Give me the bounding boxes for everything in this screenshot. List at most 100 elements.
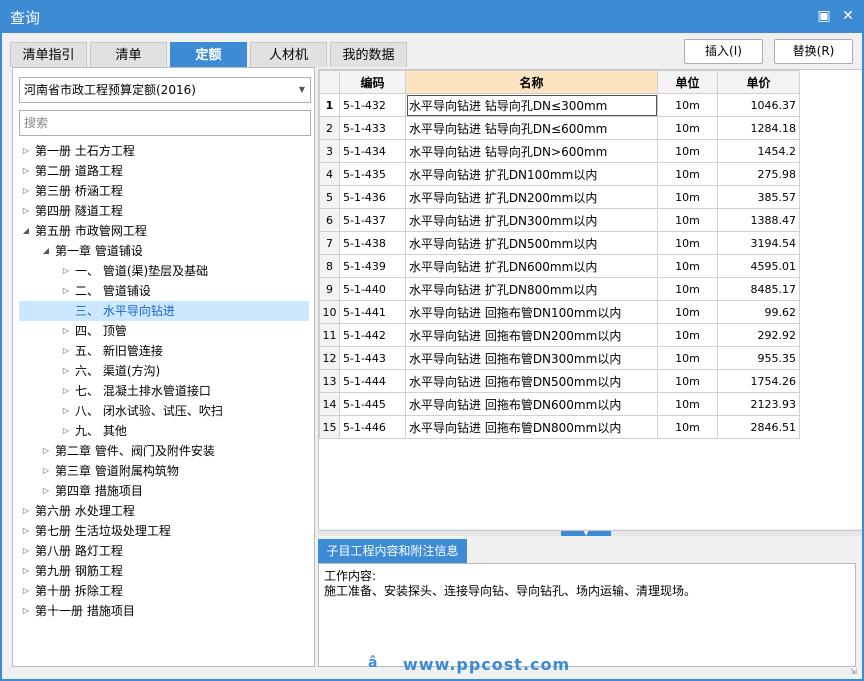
tree-node[interactable]: ▷ 第三章 管道附属构筑物 xyxy=(19,461,309,481)
resize-grip-icon[interactable]: ⇲ xyxy=(850,667,860,677)
code-cell[interactable]: 5-1-436 xyxy=(339,185,406,209)
collapsed-arrow-icon[interactable]: ▷ xyxy=(61,421,71,441)
code-cell[interactable]: 5-1-434 xyxy=(339,139,406,163)
collapsed-arrow-icon[interactable]: ▷ xyxy=(21,201,31,221)
table-row[interactable]: 6 5-1-437 水平导向钻进 扩孔DN300mm以内 10m 1388.47 xyxy=(319,208,800,232)
table-row[interactable]: 15 5-1-446 水平导向钻进 回拖布管DN800mm以内 10m 2846.51 xyxy=(319,415,800,439)
code-cell[interactable]: 5-1-440 xyxy=(339,277,406,301)
unit-cell[interactable]: 10m xyxy=(657,139,718,163)
table-row[interactable]: 12 5-1-443 水平导向钻进 回拖布管DN300mm以内 10m 955.35 xyxy=(319,346,800,370)
row-number[interactable]: 7 xyxy=(319,231,340,255)
code-cell[interactable]: 5-1-433 xyxy=(339,116,406,140)
price-cell[interactable]: 1046.37 xyxy=(717,93,800,117)
collapsed-arrow-icon[interactable]: ▷ xyxy=(61,261,71,281)
name-cell[interactable]: 水平导向钻进 扩孔DN200mm以内 xyxy=(405,185,658,209)
price-cell[interactable]: 1284.18 xyxy=(717,116,800,140)
name-cell[interactable]: 水平导向钻进 回拖布管DN800mm以内 xyxy=(405,415,658,439)
tree-node[interactable]: ▷ 五、 新旧管连接 xyxy=(19,341,309,361)
unit-cell[interactable]: 10m xyxy=(657,254,718,278)
name-cell[interactable]: 水平导向钻进 扩孔DN100mm以内 xyxy=(405,162,658,186)
collapsed-arrow-icon[interactable]: ▷ xyxy=(41,461,51,481)
tree-node[interactable]: ◢ 第五册 市政管网工程 xyxy=(19,221,309,241)
expanded-arrow-icon[interactable]: ◢ xyxy=(21,221,31,241)
collapsed-arrow-icon[interactable]: ▷ xyxy=(21,541,31,561)
code-cell[interactable]: 5-1-444 xyxy=(339,369,406,393)
replace-button[interactable]: 替换(R) xyxy=(774,39,853,64)
collapsed-arrow-icon[interactable]: ▷ xyxy=(21,561,31,581)
collapsed-arrow-icon[interactable]: ▷ xyxy=(61,361,71,381)
tab-quota[interactable]: 定额 xyxy=(170,42,247,67)
name-cell[interactable]: 水平导向钻进 扩孔DN500mm以内 xyxy=(405,231,658,255)
unit-cell[interactable]: 10m xyxy=(657,300,718,324)
row-number[interactable]: 2 xyxy=(319,116,340,140)
code-cell[interactable]: 5-1-437 xyxy=(339,208,406,232)
code-cell[interactable]: 5-1-432 xyxy=(339,93,406,117)
row-number[interactable]: 9 xyxy=(319,277,340,301)
code-cell[interactable]: 5-1-438 xyxy=(339,231,406,255)
tree-node[interactable]: ▷ 第六册 水处理工程 xyxy=(19,501,309,521)
unit-cell[interactable]: 10m xyxy=(657,392,718,416)
name-cell[interactable]: 水平导向钻进 回拖布管DN600mm以内 xyxy=(405,392,658,416)
name-cell[interactable]: 水平导向钻进 回拖布管DN300mm以内 xyxy=(405,346,658,370)
name-cell[interactable]: 水平导向钻进 扩孔DN300mm以内 xyxy=(405,208,658,232)
row-number[interactable]: 5 xyxy=(319,185,340,209)
row-number[interactable]: 4 xyxy=(319,162,340,186)
table-row[interactable]: 2 5-1-433 水平导向钻进 钻导向孔DN≤600mm 10m 1284.18 xyxy=(319,116,800,140)
name-cell[interactable]: 水平导向钻进 回拖布管DN100mm以内 xyxy=(405,300,658,324)
tree-node[interactable]: ◢ 第一章 管道铺设 xyxy=(19,241,309,261)
tree-node[interactable]: ▷ 第十册 拆除工程 xyxy=(19,581,309,601)
unit-cell[interactable]: 10m xyxy=(657,415,718,439)
name-cell[interactable]: 水平导向钻进 扩孔DN800mm以内 xyxy=(405,277,658,301)
row-number[interactable]: 11 xyxy=(319,323,340,347)
price-cell[interactable]: 1454.2 xyxy=(717,139,800,163)
name-cell[interactable]: 水平导向钻进 扩孔DN600mm以内 xyxy=(405,254,658,278)
tree-node[interactable]: ▷ 九、 其他 xyxy=(19,421,309,441)
tree-node[interactable]: ▷ 七、 混凝土排水管道接口 xyxy=(19,381,309,401)
row-number[interactable]: 8 xyxy=(319,254,340,278)
price-cell[interactable]: 2123.93 xyxy=(717,392,800,416)
collapsed-arrow-icon[interactable]: ▷ xyxy=(41,441,51,461)
price-cell[interactable]: 3194.54 xyxy=(717,231,800,255)
unit-cell[interactable]: 10m xyxy=(657,323,718,347)
collapsed-arrow-icon[interactable]: ▷ xyxy=(61,281,71,301)
expanded-arrow-icon[interactable]: ◢ xyxy=(41,241,51,261)
search-input[interactable] xyxy=(19,110,311,136)
collapsed-arrow-icon[interactable]: ▷ xyxy=(21,581,31,601)
price-cell[interactable]: 2846.51 xyxy=(717,415,800,439)
row-number[interactable]: 6 xyxy=(319,208,340,232)
code-column-header[interactable]: 编码 xyxy=(339,70,406,94)
row-number[interactable]: 1 xyxy=(319,93,340,117)
table-row[interactable]: 3 5-1-434 水平导向钻进 钻导向孔DN>600mm 10m 1454.2 xyxy=(319,139,800,163)
tree-node[interactable]: ▷ 第九册 钢筋工程 xyxy=(19,561,309,581)
collapsed-arrow-icon[interactable]: ▷ xyxy=(21,161,31,181)
unit-cell[interactable]: 10m xyxy=(657,369,718,393)
code-cell[interactable]: 5-1-439 xyxy=(339,254,406,278)
name-cell[interactable]: 水平导向钻进 钻导向孔DN>600mm xyxy=(405,139,658,163)
tab-bill-guide[interactable]: 清单指引 xyxy=(10,42,87,67)
price-cell[interactable]: 385.57 xyxy=(717,185,800,209)
price-cell[interactable]: 1388.47 xyxy=(717,208,800,232)
library-select[interactable]: 河南省市政工程预算定额(2016) ▼ xyxy=(19,77,311,103)
code-cell[interactable]: 5-1-442 xyxy=(339,323,406,347)
tree-node[interactable]: ▷ 第十一册 措施项目 xyxy=(19,601,309,621)
price-cell[interactable]: 4595.01 xyxy=(717,254,800,278)
tree-node[interactable]: ▷ 六、 渠道(方沟) xyxy=(19,361,309,381)
name-cell[interactable]: 水平导向钻进 钻导向孔DN≤600mm xyxy=(405,116,658,140)
tree-node[interactable]: ▷ 四、 顶管 xyxy=(19,321,309,341)
price-cell[interactable]: 99.62 xyxy=(717,300,800,324)
close-icon[interactable]: ✕ xyxy=(840,8,856,24)
unit-cell[interactable]: 10m xyxy=(657,208,718,232)
row-number[interactable]: 3 xyxy=(319,139,340,163)
tree-node[interactable]: ▷ 第三册 桥涵工程 xyxy=(19,181,309,201)
collapsed-arrow-icon[interactable]: ▷ xyxy=(41,481,51,501)
code-cell[interactable]: 5-1-446 xyxy=(339,415,406,439)
tree-node[interactable]: ▷ 第二章 管件、阀门及附件安装 xyxy=(19,441,309,461)
name-column-header[interactable]: 名称 xyxy=(405,70,658,94)
row-number[interactable]: 10 xyxy=(319,300,340,324)
name-cell[interactable]: 水平导向钻进 钻导向孔DN≤300mm xyxy=(405,93,658,117)
row-number[interactable]: 15 xyxy=(319,415,340,439)
table-row[interactable]: 14 5-1-445 水平导向钻进 回拖布管DN600mm以内 10m 2123.93 xyxy=(319,392,800,416)
collapsed-arrow-icon[interactable]: ▷ xyxy=(21,521,31,541)
unit-cell[interactable]: 10m xyxy=(657,116,718,140)
tree-node[interactable]: ▷ 第七册 生活垃圾处理工程 xyxy=(19,521,309,541)
